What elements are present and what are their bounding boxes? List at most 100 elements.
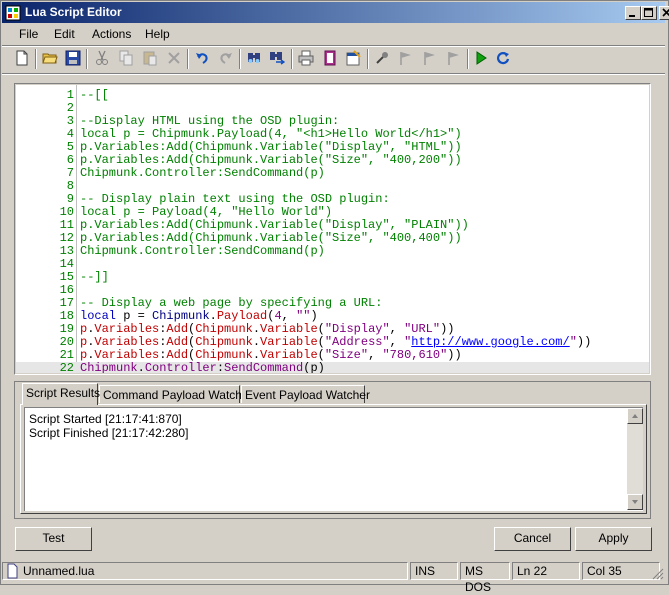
find-replace-icon[interactable] bbox=[269, 50, 285, 66]
menu-help[interactable]: Help bbox=[145, 27, 170, 41]
scroll-up-button[interactable] bbox=[627, 408, 643, 424]
find-icon[interactable] bbox=[246, 50, 262, 66]
menu-actions[interactable]: Actions bbox=[92, 27, 131, 41]
code-token: Chipmunk bbox=[152, 309, 210, 323]
code-token: , bbox=[281, 309, 297, 323]
line-number: 8 bbox=[66, 179, 74, 193]
string-token: "URL" bbox=[404, 322, 441, 336]
toolbar-separator bbox=[35, 49, 37, 69]
apply-button[interactable]: Apply bbox=[575, 527, 652, 551]
redo-icon[interactable] bbox=[218, 50, 234, 66]
code-token: ( bbox=[317, 335, 325, 349]
line-number: 22 bbox=[59, 361, 74, 374]
tab-command-payload-watcher[interactable]: Command Payload Watcher bbox=[99, 385, 253, 403]
code-token: . bbox=[252, 322, 261, 336]
chevron-down-icon bbox=[632, 500, 638, 504]
resize-grip-icon[interactable] bbox=[652, 568, 664, 580]
string-token: "" bbox=[296, 309, 311, 323]
minimize-icon bbox=[629, 15, 635, 17]
save-icon[interactable] bbox=[65, 50, 81, 66]
menu-file[interactable]: File bbox=[19, 27, 38, 41]
properties-icon[interactable] bbox=[345, 50, 361, 66]
new-file-icon[interactable] bbox=[14, 50, 30, 66]
app-icon bbox=[5, 5, 21, 21]
test-button[interactable]: Test bbox=[15, 527, 92, 551]
status-file-pane: Unnamed.lua bbox=[2, 562, 408, 580]
code-token: , bbox=[389, 335, 405, 349]
code-text: --]] bbox=[80, 270, 109, 284]
string-token: "Size" bbox=[324, 348, 369, 362]
document-icon bbox=[7, 563, 18, 579]
tab-event-payload-watcher[interactable]: Event Payload Watcher bbox=[241, 385, 370, 403]
minimize-button[interactable] bbox=[625, 6, 641, 20]
string-token: "780,610" bbox=[382, 348, 448, 362]
flag-next-icon[interactable] bbox=[422, 50, 438, 66]
toolbar-separator bbox=[367, 49, 369, 69]
results-scrollbar[interactable] bbox=[627, 408, 643, 510]
string-token: " bbox=[569, 335, 577, 349]
toolbar bbox=[2, 47, 665, 71]
code-token: )) bbox=[447, 348, 462, 362]
undo-icon[interactable] bbox=[194, 50, 210, 66]
flag-prev-icon[interactable] bbox=[446, 50, 462, 66]
code-editor[interactable]: 1 --[[ 2 3 --Display HTML using the OSD pl… bbox=[16, 85, 649, 373]
book-icon[interactable] bbox=[322, 50, 338, 66]
code-line[interactable]: 14 bbox=[16, 258, 649, 271]
paste-icon[interactable] bbox=[142, 50, 158, 66]
line-number: 2 bbox=[66, 101, 74, 115]
close-button[interactable] bbox=[659, 6, 669, 20]
window-title: Lua Script Editor bbox=[25, 5, 122, 19]
code-token: Controller bbox=[144, 361, 217, 374]
cut-icon[interactable] bbox=[94, 50, 110, 66]
toolbar-separator bbox=[86, 49, 88, 69]
string-token: "Address" bbox=[324, 335, 390, 349]
code-text: Chipmunk.Controller:SendCommand(p) bbox=[80, 361, 325, 374]
code-token: Variables bbox=[94, 335, 160, 349]
copy-icon[interactable] bbox=[118, 50, 134, 66]
cancel-button[interactable]: Cancel bbox=[494, 527, 571, 551]
code-token: . bbox=[209, 309, 217, 323]
string-token: "Display" bbox=[324, 322, 390, 336]
menu-edit[interactable]: Edit bbox=[54, 27, 75, 41]
code-token: (p) bbox=[303, 361, 325, 374]
tab-script-results[interactable]: Script Results bbox=[22, 383, 100, 405]
url-link[interactable]: http://www.google.com/ bbox=[411, 335, 569, 349]
code-token: Variable bbox=[260, 322, 318, 336]
status-line: Ln 22 bbox=[512, 562, 580, 580]
script-results-list[interactable]: Script Started [21:17:41:870] Script Fin… bbox=[24, 407, 643, 511]
code-line[interactable]: 15 --]] bbox=[16, 271, 649, 284]
code-line[interactable]: 13 Chipmunk.Controller:SendCommand(p) bbox=[16, 245, 649, 258]
code-token: Add bbox=[166, 335, 189, 349]
run-icon[interactable] bbox=[473, 50, 489, 66]
title-bar[interactable]: Lua Script Editor bbox=[2, 2, 669, 23]
scroll-down-button[interactable] bbox=[627, 494, 643, 510]
code-text: Chipmunk.Controller:SendCommand(p) bbox=[80, 166, 325, 180]
status-insert-mode: INS bbox=[410, 562, 458, 580]
code-token: ( bbox=[317, 322, 325, 336]
code-token: p = bbox=[116, 309, 153, 323]
flag-icon[interactable] bbox=[398, 50, 414, 66]
code-token: Variable bbox=[260, 348, 318, 362]
print-icon[interactable] bbox=[298, 50, 314, 66]
maximize-button[interactable] bbox=[641, 6, 657, 20]
code-token: Add bbox=[166, 322, 189, 336]
code-text: --[[ bbox=[80, 88, 109, 102]
breakpoint-icon[interactable] bbox=[374, 50, 390, 66]
line-number: 1 bbox=[66, 88, 74, 102]
code-line[interactable]: 7 Chipmunk.Controller:SendCommand(p) bbox=[16, 167, 649, 180]
code-token: : bbox=[216, 361, 225, 374]
code-line[interactable]: 1 --[[ bbox=[16, 89, 649, 102]
status-column: Col 35 bbox=[582, 562, 660, 580]
code-token: . bbox=[252, 335, 261, 349]
code-line-current[interactable]: 22 Chipmunk.Controller:SendCommand(p) bbox=[16, 362, 649, 373]
result-line: Script Finished [21:17:42:280] bbox=[29, 426, 189, 440]
refresh-icon[interactable] bbox=[495, 50, 511, 66]
code-area[interactable]: 1 --[[ 2 3 --Display HTML using the OSD pl… bbox=[16, 89, 649, 373]
delete-icon[interactable] bbox=[166, 50, 182, 66]
code-token: )) bbox=[440, 322, 455, 336]
code-token: SendCommand bbox=[224, 361, 304, 374]
status-bar: Unnamed.lua INS MS DOS Ln 22 Col 35 bbox=[2, 560, 665, 594]
toolbar-separator-line bbox=[2, 73, 665, 75]
toolbar-separator bbox=[467, 49, 469, 69]
open-folder-icon[interactable] bbox=[42, 50, 58, 66]
